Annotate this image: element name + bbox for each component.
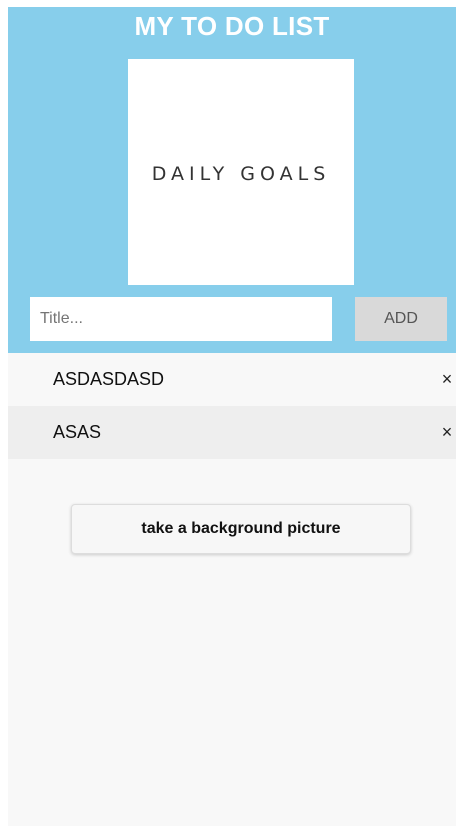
header: MY TO DO LIST DAILY GOALS ADD xyxy=(8,7,456,353)
todo-label: ASAS xyxy=(53,422,102,442)
todo-item[interactable]: ASDASDASD × xyxy=(8,353,456,406)
page-title: MY TO DO LIST xyxy=(134,11,330,41)
app-container: MY TO DO LIST DAILY GOALS ADD ASDASDASD … xyxy=(8,7,456,826)
logo-text: DAILY GOALS xyxy=(151,163,331,185)
take-background-picture-button[interactable]: take a background picture xyxy=(71,504,411,554)
title-input[interactable] xyxy=(30,297,332,341)
todo-list: ASDASDASD × ASAS × xyxy=(8,353,456,459)
close-icon[interactable]: × xyxy=(438,422,456,443)
close-icon[interactable]: × xyxy=(438,369,456,390)
logo: DAILY GOALS xyxy=(128,59,354,285)
todo-item[interactable]: ASAS × xyxy=(8,406,456,459)
add-button[interactable]: ADD xyxy=(355,297,447,341)
todo-label: ASDASDASD xyxy=(53,369,165,389)
